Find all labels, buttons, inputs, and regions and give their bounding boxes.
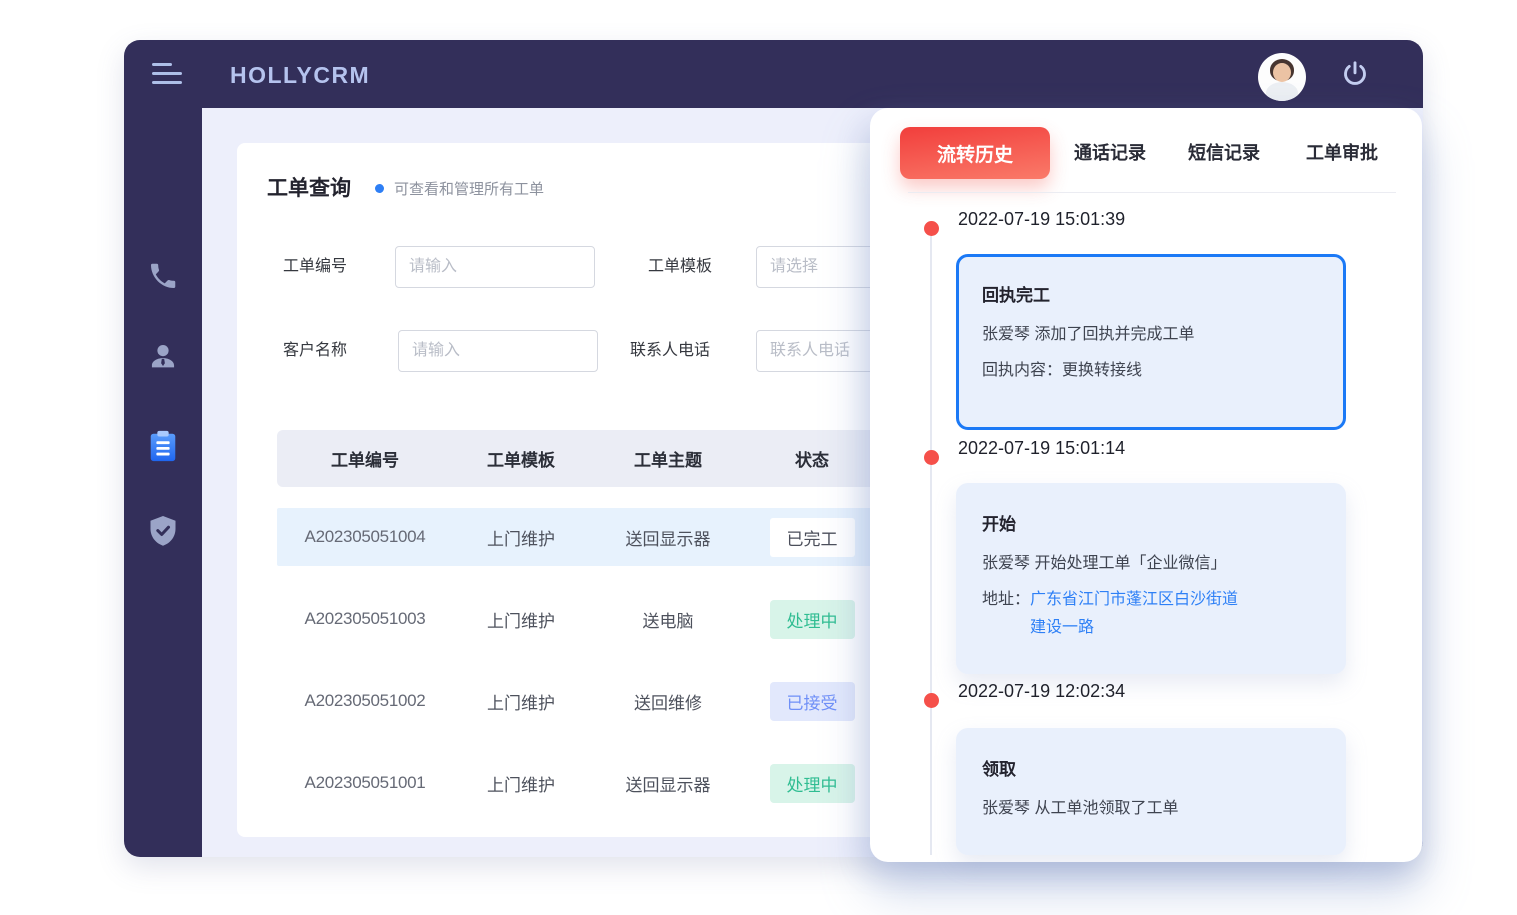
- screenshot-stage: HOLLYCRM: [0, 0, 1517, 915]
- tab-sms-records[interactable]: 短信记录: [1176, 127, 1272, 179]
- status-badge: 处理中: [770, 764, 855, 803]
- sidebar-item-work-orders[interactable]: [147, 429, 179, 463]
- timeline-card-line: 张爱琴 开始处理工单「企业微信」: [982, 550, 1320, 578]
- sidebar: [124, 108, 202, 857]
- address-link[interactable]: 广东省江门市蓬江区白沙街道建设一路: [1030, 586, 1242, 642]
- timeline-line: [930, 228, 932, 855]
- cell-template: 上门维护: [453, 607, 589, 632]
- filter-label-order-id: 工单编号: [283, 246, 347, 288]
- tab-order-approval[interactable]: 工单审批: [1294, 127, 1390, 179]
- status-badge: 已接受: [770, 682, 855, 721]
- timeline-dot: [924, 693, 939, 708]
- timeline-timestamp: 2022-07-19 15:01:39: [958, 209, 1125, 230]
- timeline-card-line: 张爱琴 从工单池领取了工单: [982, 795, 1320, 823]
- filter-label-template: 工单模板: [648, 246, 712, 288]
- filter-label-customer: 客户名称: [283, 330, 347, 372]
- sidebar-item-security[interactable]: [147, 514, 179, 548]
- power-icon[interactable]: [1340, 59, 1370, 89]
- avatar[interactable]: [1258, 53, 1306, 101]
- cell-order-id: A202305051002: [277, 691, 453, 711]
- menu-icon[interactable]: [152, 63, 184, 87]
- timeline-card-line: 张爱琴 添加了回执并完成工单: [982, 321, 1320, 349]
- tabs-divider: [908, 192, 1396, 193]
- page-subtitle: 可查看和管理所有工单: [394, 176, 544, 199]
- col-header-status: 状态: [747, 446, 877, 471]
- cell-order-id: A202305051003: [277, 609, 453, 629]
- filter-label-phone: 联系人电话: [630, 330, 710, 372]
- cell-subject: 送回维修: [589, 689, 747, 714]
- card-head: 工单查询 可查看和管理所有工单: [267, 172, 544, 202]
- timeline-timestamp: 2022-07-19 15:01:14: [958, 438, 1125, 459]
- shield-check-icon: [147, 514, 179, 548]
- timeline-card-title: 领取: [982, 755, 1320, 780]
- timeline-card-title: 开始: [982, 510, 1320, 535]
- sidebar-item-calls[interactable]: [147, 260, 179, 294]
- tab-circulation-history[interactable]: 流转历史: [900, 127, 1050, 179]
- timeline-card-address: 地址：广东省江门市蓬江区白沙街道建设一路: [982, 586, 1320, 642]
- timeline-card-start: 开始 张爱琴 开始处理工单「企业微信」 地址：广东省江门市蓬江区白沙街道建设一路: [956, 483, 1346, 674]
- timeline-card-receipt-complete: 回执完工 张爱琴 添加了回执并完成工单 回执内容：更换转接线: [956, 254, 1346, 430]
- page-title: 工单查询: [267, 172, 351, 202]
- timeline-dot: [924, 450, 939, 465]
- timeline-timestamp: 2022-07-19 12:02:34: [958, 681, 1125, 702]
- app-header: HOLLYCRM: [124, 40, 1423, 108]
- cell-template: 上门维护: [453, 689, 589, 714]
- tab-call-records[interactable]: 通话记录: [1062, 127, 1158, 179]
- cell-subject: 送回显示器: [589, 525, 747, 550]
- timeline-card-claim: 领取 张爱琴 从工单池领取了工单: [956, 728, 1346, 855]
- col-header-subject: 工单主题: [589, 446, 747, 471]
- col-header-order-id: 工单编号: [277, 446, 453, 471]
- detail-panel: 流转历史 通话记录 短信记录 工单审批 2022-07-19 15:01:39 …: [870, 108, 1422, 862]
- status-badge: 处理中: [770, 600, 855, 639]
- cell-template: 上门维护: [453, 771, 589, 796]
- subtitle-dot-icon: [375, 184, 384, 193]
- customer-name-input[interactable]: [398, 330, 598, 372]
- work-orders-icon: [147, 429, 179, 463]
- brand-logo: HOLLYCRM: [230, 62, 370, 89]
- contacts-icon: [147, 341, 179, 373]
- cell-template: 上门维护: [453, 525, 589, 550]
- cell-order-id: A202305051004: [277, 527, 453, 547]
- cell-subject: 送电脑: [589, 607, 747, 632]
- status-badge: 已完工: [770, 518, 855, 557]
- address-label: 地址：: [982, 591, 1030, 608]
- timeline-card-line: 回执内容：更换转接线: [982, 357, 1320, 385]
- timeline-card-title: 回执完工: [982, 281, 1320, 306]
- phone-icon: [147, 260, 179, 292]
- cell-order-id: A202305051001: [277, 773, 453, 793]
- sidebar-item-contacts[interactable]: [147, 341, 179, 375]
- order-id-input[interactable]: [395, 246, 595, 288]
- col-header-template: 工单模板: [453, 446, 589, 471]
- timeline-dot: [924, 221, 939, 236]
- cell-subject: 送回显示器: [589, 771, 747, 796]
